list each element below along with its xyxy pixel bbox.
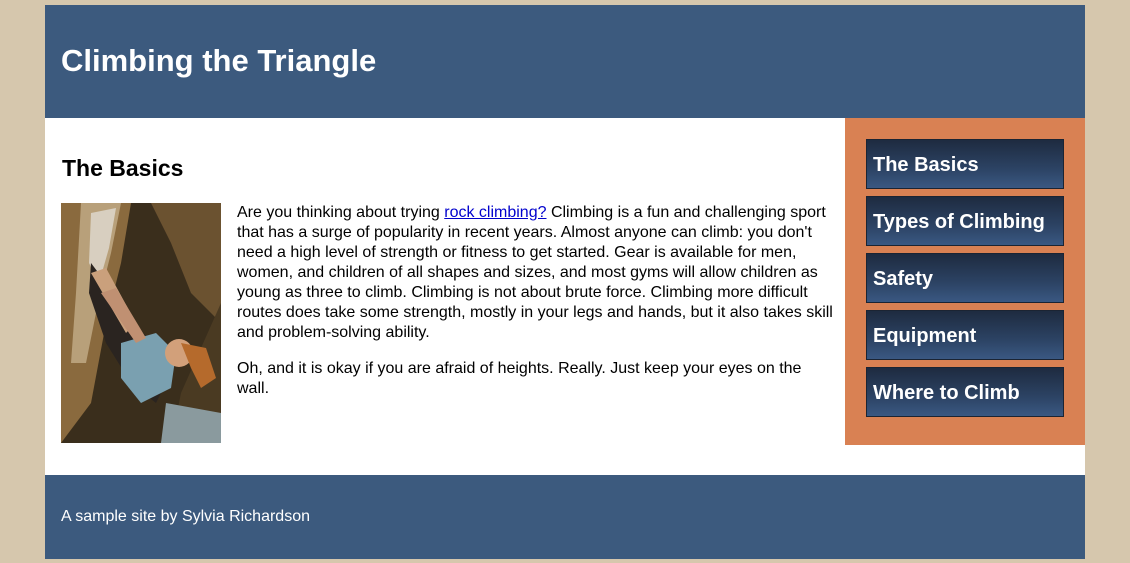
intro-paragraph: Are you thinking about trying rock climb… xyxy=(237,203,837,343)
sidebar-nav: The Basics Types of Climbing Safety Equi… xyxy=(845,118,1085,445)
paragraph-text-end: Climbing is a fun and challenging sport … xyxy=(237,204,833,341)
page-container: Climbing the Triangle The Basics Are you… xyxy=(45,5,1085,559)
page-heading: The Basics xyxy=(62,155,184,181)
paragraph-text-start: Are you thinking about trying xyxy=(237,204,445,221)
heights-paragraph: Oh, and it is okay if you are afraid of … xyxy=(237,360,802,397)
rock-climbing-link[interactable]: rock climbing? xyxy=(444,204,546,221)
site-header: Climbing the Triangle xyxy=(45,5,1085,118)
nav-item-where-to-climb[interactable]: Where to Climb xyxy=(866,367,1064,417)
nav-item-equipment[interactable]: Equipment xyxy=(866,310,1064,360)
climber-photo xyxy=(61,203,221,443)
main-content: The Basics Are you thinking about trying… xyxy=(45,118,845,475)
footer-credit: A sample site by Sylvia Richardson xyxy=(61,508,310,525)
site-footer: A sample site by Sylvia Richardson xyxy=(45,475,1085,559)
site-title: Climbing the Triangle xyxy=(61,43,377,78)
nav-item-the-basics[interactable]: The Basics xyxy=(866,139,1064,189)
intro-text: Are you thinking about trying rock climb… xyxy=(237,203,837,415)
nav-item-types-of-climbing[interactable]: Types of Climbing xyxy=(866,196,1064,246)
nav-item-safety[interactable]: Safety xyxy=(866,253,1064,303)
